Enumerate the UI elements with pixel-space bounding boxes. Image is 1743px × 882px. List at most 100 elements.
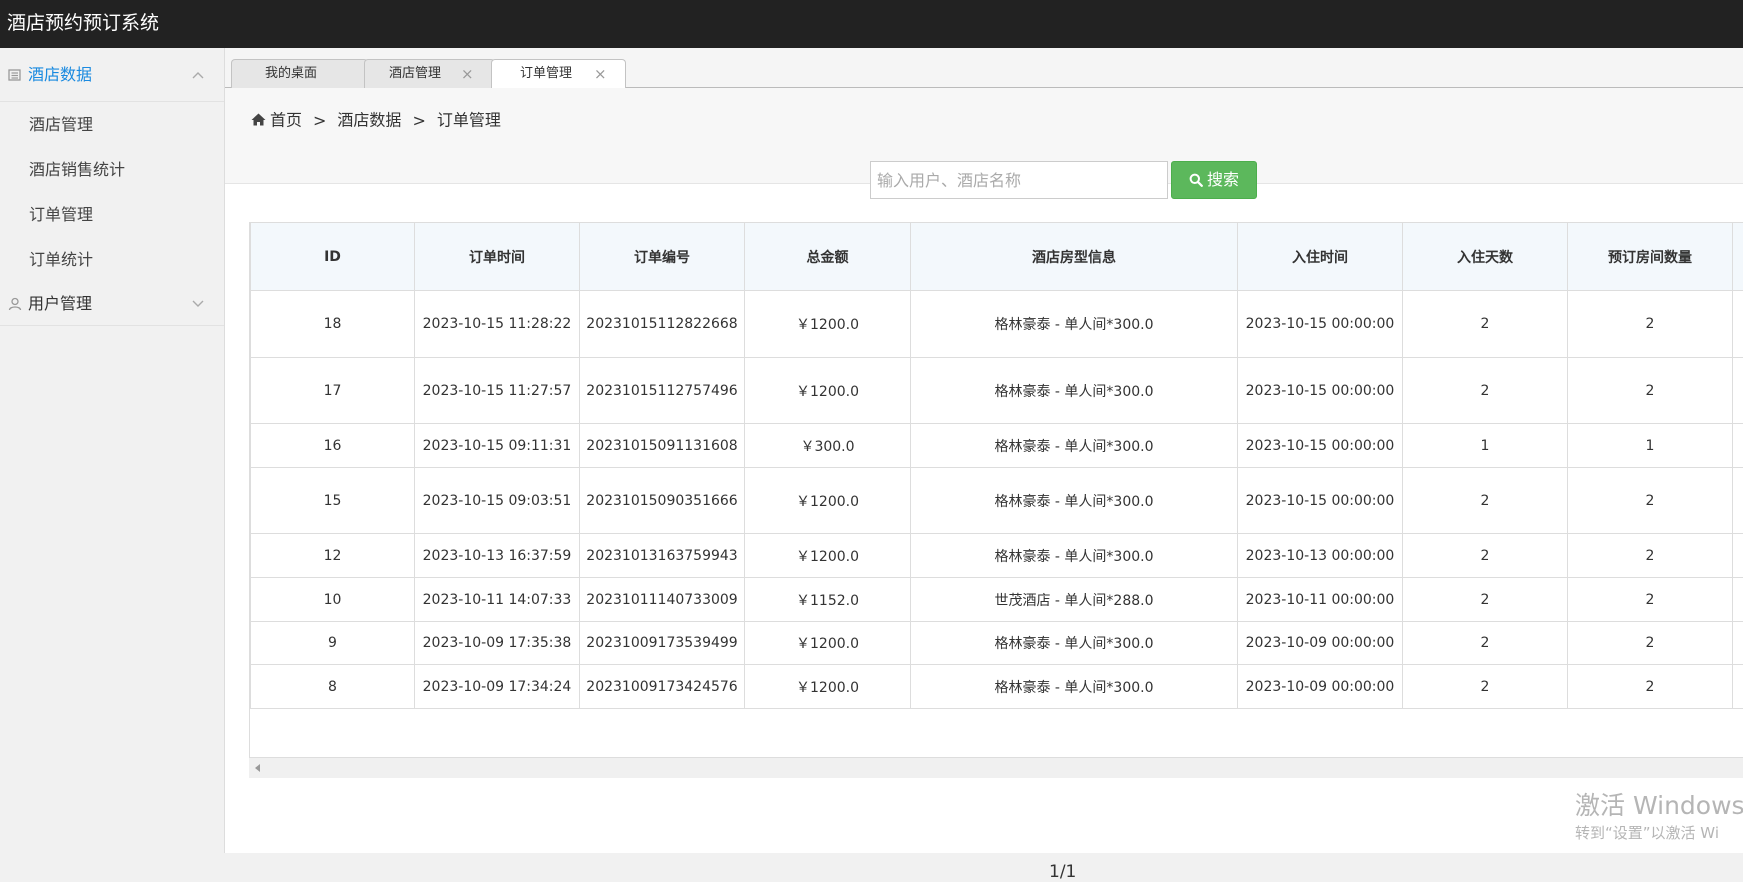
table-row: 15 2023-10-15 09:03:51 20231015090351666… — [251, 468, 1743, 534]
top-bar: 酒店预约预订系统 — [0, 0, 1743, 48]
column-header-room-info: 酒店房型信息 — [911, 223, 1238, 291]
cell-total-amount: ￥1200.0 — [745, 665, 911, 709]
user-icon — [8, 297, 22, 311]
table-row: 17 2023-10-15 11:27:57 20231015112757496… — [251, 358, 1743, 424]
cell-room-count: 2 — [1568, 665, 1733, 709]
cell-total-amount: ￥1200.0 — [745, 534, 911, 578]
sidebar-group-hotel-data[interactable]: 酒店数据 — [0, 48, 224, 102]
breadcrumb-home[interactable]: 首页 — [270, 111, 302, 130]
cell-total-amount: ￥1152.0 — [745, 578, 911, 622]
cell-order-number: 20231015090351666 — [580, 468, 745, 534]
cell-checkin-time: 2023-10-13 00:00:00 — [1238, 534, 1403, 578]
cell-stay-days: 2 — [1403, 622, 1568, 665]
scroll-left-arrow-icon[interactable] — [255, 764, 260, 772]
sidebar-item-hotel-sales-stats[interactable]: 酒店销售统计 — [0, 147, 224, 192]
column-header-checkin-time: 入住时间 — [1238, 223, 1403, 291]
cell-room-info: 世茂酒店 - 单人间*288.0 — [911, 578, 1238, 622]
cell-stay-days: 2 — [1403, 534, 1568, 578]
cell-order-time: 2023-10-15 09:11:31 — [415, 424, 580, 468]
cell-id: 12 — [251, 534, 415, 578]
search-button[interactable]: 搜索 — [1171, 161, 1257, 199]
cell-stay-days: 2 — [1403, 358, 1568, 424]
windows-activation-watermark: 激活 Windows 转到“设置”以激活 Wi — [1575, 792, 1743, 842]
cell-id: 8 — [251, 665, 415, 709]
search-input[interactable] — [870, 161, 1168, 199]
cell-order-number: 20231015112822668 — [580, 291, 745, 358]
cell-id: 9 — [251, 622, 415, 665]
orders-table: ID 订单时间 订单编号 总金额 酒店房型信息 入住时间 入住天数 预订房间数量… — [250, 222, 1743, 709]
app-title: 酒店预约预订系统 — [7, 11, 159, 35]
cell-room-info: 格林豪泰 - 单人间*300.0 — [911, 291, 1238, 358]
cell-room-info: 格林豪泰 - 单人间*300.0 — [911, 358, 1238, 424]
sidebar-item-order-stats[interactable]: 订单统计 — [0, 237, 224, 282]
column-header-order-time: 订单时间 — [415, 223, 580, 291]
search-icon — [1189, 173, 1203, 187]
column-header-overflow — [1733, 223, 1743, 291]
cell-order-time: 2023-10-09 17:34:24 — [415, 665, 580, 709]
cell-checkin-time: 2023-10-15 00:00:00 — [1238, 291, 1403, 358]
table-row: 10 2023-10-11 14:07:33 20231011140733009… — [251, 578, 1743, 622]
main-content: 我的桌面 酒店管理 × 订单管理 × 首页>酒店数据>订单管理 搜索 ID 订单… — [225, 48, 1743, 853]
sidebar-item-order-management[interactable]: 订单管理 — [0, 192, 224, 237]
tab-label: 我的桌面 — [265, 60, 317, 88]
cell-order-time: 2023-10-15 11:28:22 — [415, 291, 580, 358]
breadcrumb-item[interactable]: 酒店数据 — [337, 111, 401, 130]
cell-room-info: 格林豪泰 - 单人间*300.0 — [911, 424, 1238, 468]
sidebar-group-user-management[interactable]: 用户管理 — [0, 282, 224, 326]
cell-checkin-time: 2023-10-15 00:00:00 — [1238, 468, 1403, 534]
tab-my-desktop[interactable]: 我的桌面 — [231, 59, 368, 88]
tab-label: 酒店管理 — [389, 60, 441, 88]
cell-id: 17 — [251, 358, 415, 424]
sidebar-group-label: 酒店数据 — [28, 65, 92, 85]
cell-overflow — [1733, 578, 1743, 622]
close-icon[interactable]: × — [594, 60, 607, 88]
cell-total-amount: ￥1200.0 — [745, 358, 911, 424]
column-header-id: ID — [251, 223, 415, 291]
cell-overflow — [1733, 534, 1743, 578]
search-button-label: 搜索 — [1207, 170, 1239, 189]
cell-order-time: 2023-10-09 17:35:38 — [415, 622, 580, 665]
cell-order-number: 20231009173539499 — [580, 622, 745, 665]
cell-total-amount: ￥1200.0 — [745, 622, 911, 665]
cell-order-time: 2023-10-13 16:37:59 — [415, 534, 580, 578]
cell-overflow — [1733, 424, 1743, 468]
cell-checkin-time: 2023-10-09 00:00:00 — [1238, 665, 1403, 709]
tab-order-management[interactable]: 订单管理 × — [491, 59, 626, 89]
cell-stay-days: 2 — [1403, 665, 1568, 709]
cell-stay-days: 2 — [1403, 578, 1568, 622]
cell-checkin-time: 2023-10-09 00:00:00 — [1238, 622, 1403, 665]
tab-bar: 我的桌面 酒店管理 × 订单管理 × — [225, 48, 1743, 88]
cell-checkin-time: 2023-10-11 00:00:00 — [1238, 578, 1403, 622]
table-header-row: ID 订单时间 订单编号 总金额 酒店房型信息 入住时间 入住天数 预订房间数量 — [251, 223, 1743, 291]
cell-overflow — [1733, 291, 1743, 358]
table-row: 16 2023-10-15 09:11:31 20231015091131608… — [251, 424, 1743, 468]
cell-overflow — [1733, 665, 1743, 709]
cell-room-count: 1 — [1568, 424, 1733, 468]
column-header-stay-days: 入住天数 — [1403, 223, 1568, 291]
cell-id: 16 — [251, 424, 415, 468]
tab-label: 订单管理 — [520, 60, 572, 88]
watermark-line-1: 激活 Windows — [1575, 792, 1743, 820]
cell-room-info: 格林豪泰 - 单人间*300.0 — [911, 534, 1238, 578]
sidebar-item-hotel-management[interactable]: 酒店管理 — [0, 102, 224, 147]
breadcrumb-separator: > — [313, 111, 326, 130]
cell-overflow — [1733, 622, 1743, 665]
cell-order-number: 20231015091131608 — [580, 424, 745, 468]
chevron-down-icon — [192, 299, 204, 309]
horizontal-scrollbar[interactable] — [249, 757, 1743, 778]
cell-total-amount: ￥1200.0 — [745, 291, 911, 358]
cell-room-count: 2 — [1568, 622, 1733, 665]
table-row: 18 2023-10-15 11:28:22 20231015112822668… — [251, 291, 1743, 358]
table-row: 12 2023-10-13 16:37:59 20231013163759943… — [251, 534, 1743, 578]
cell-order-number: 20231009173424576 — [580, 665, 745, 709]
breadcrumb: 首页>酒店数据>订单管理 — [251, 110, 501, 131]
close-icon[interactable]: × — [461, 60, 474, 88]
cell-order-time: 2023-10-15 11:27:57 — [415, 358, 580, 424]
cell-room-info: 格林豪泰 - 单人间*300.0 — [911, 665, 1238, 709]
tab-hotel-management[interactable]: 酒店管理 × — [364, 59, 495, 88]
cell-stay-days: 2 — [1403, 291, 1568, 358]
cell-room-count: 2 — [1568, 578, 1733, 622]
cell-room-count: 2 — [1568, 468, 1733, 534]
cell-overflow — [1733, 358, 1743, 424]
cell-checkin-time: 2023-10-15 00:00:00 — [1238, 424, 1403, 468]
